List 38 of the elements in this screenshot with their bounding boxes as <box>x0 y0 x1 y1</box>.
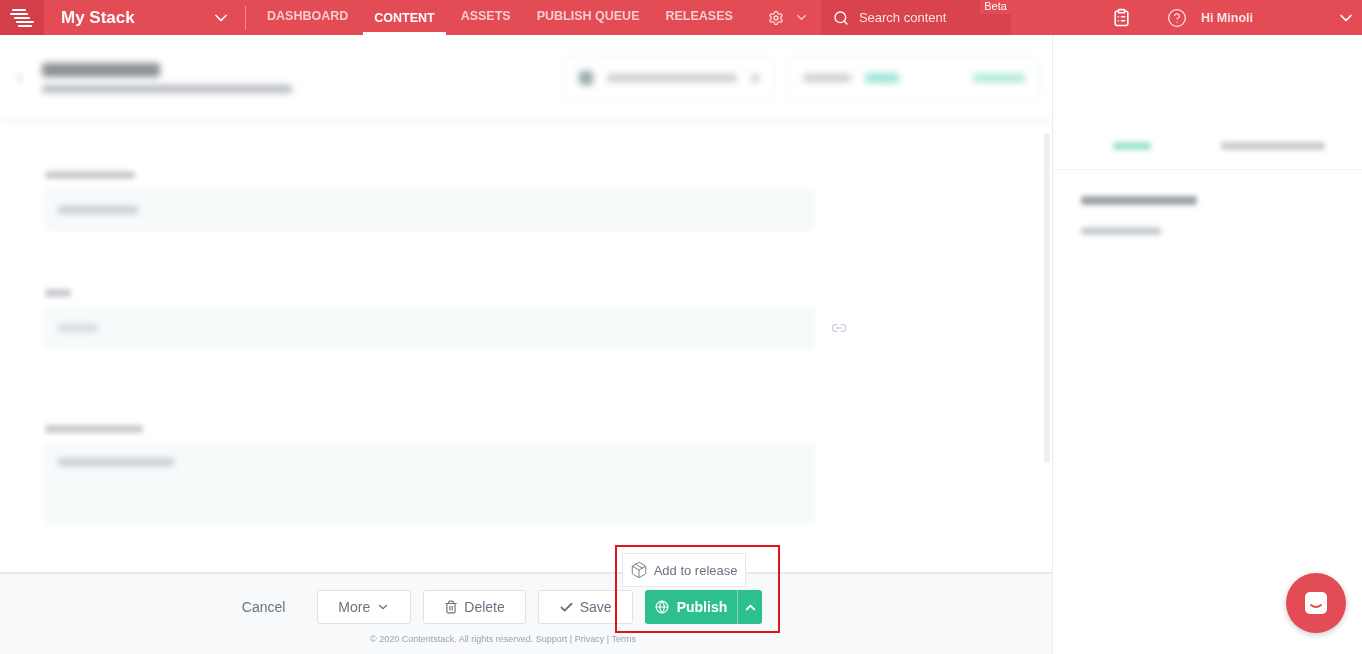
user-greeting[interactable]: Hi Minoli <box>1200 10 1253 25</box>
search-field[interactable]: Search content Beta <box>820 0 1011 35</box>
publish-button[interactable]: Publish <box>644 590 738 624</box>
logo-icon[interactable] <box>0 0 44 35</box>
blurred-text <box>803 74 851 82</box>
blurred-text <box>865 73 899 83</box>
footer-link[interactable]: Terms <box>611 634 636 644</box>
publish-options-button[interactable] <box>737 590 763 624</box>
footer-link[interactable]: Privacy <box>574 634 605 644</box>
globe-icon <box>654 600 669 614</box>
chat-button[interactable] <box>1286 573 1346 633</box>
settings-icon[interactable] <box>767 9 784 26</box>
help-icon[interactable] <box>1166 7 1187 28</box>
nav-tab[interactable]: CONTENT <box>363 0 446 35</box>
clipboard-icon[interactable] <box>1111 8 1131 27</box>
trash-icon <box>444 600 459 614</box>
blurred-text <box>973 74 1025 82</box>
save-button[interactable]: Save <box>537 590 633 624</box>
box-icon <box>629 561 648 579</box>
nav-tab[interactable]: DASHBOARD <box>256 0 360 35</box>
blurred-text <box>579 71 593 85</box>
link-separator: | <box>606 634 610 644</box>
nav-tab[interactable]: RELEASES <box>654 0 744 35</box>
search-icon <box>832 9 849 26</box>
footer-link[interactable]: Support <box>535 634 568 644</box>
blurred-text <box>45 289 71 297</box>
beta-badge: Beta <box>980 0 1011 14</box>
nav-tab[interactable]: ASSETS <box>449 0 522 35</box>
stack-name[interactable]: My Stack <box>61 7 211 28</box>
more-button[interactable]: More <box>317 590 412 624</box>
copyright-text: © 2020 Contentstack. All rights reserved. Support | Privacy | Terms <box>370 634 636 644</box>
chat-icon <box>1302 589 1330 617</box>
delete-button[interactable]: Delete <box>423 590 526 624</box>
blurred-text <box>1113 142 1151 150</box>
add-to-release-option[interactable]: Add to release <box>621 553 746 587</box>
link-separator: | <box>569 634 573 644</box>
nav-tab[interactable]: PUBLISH QUEUE <box>525 0 651 35</box>
cancel-button[interactable]: Cancel <box>241 599 306 615</box>
